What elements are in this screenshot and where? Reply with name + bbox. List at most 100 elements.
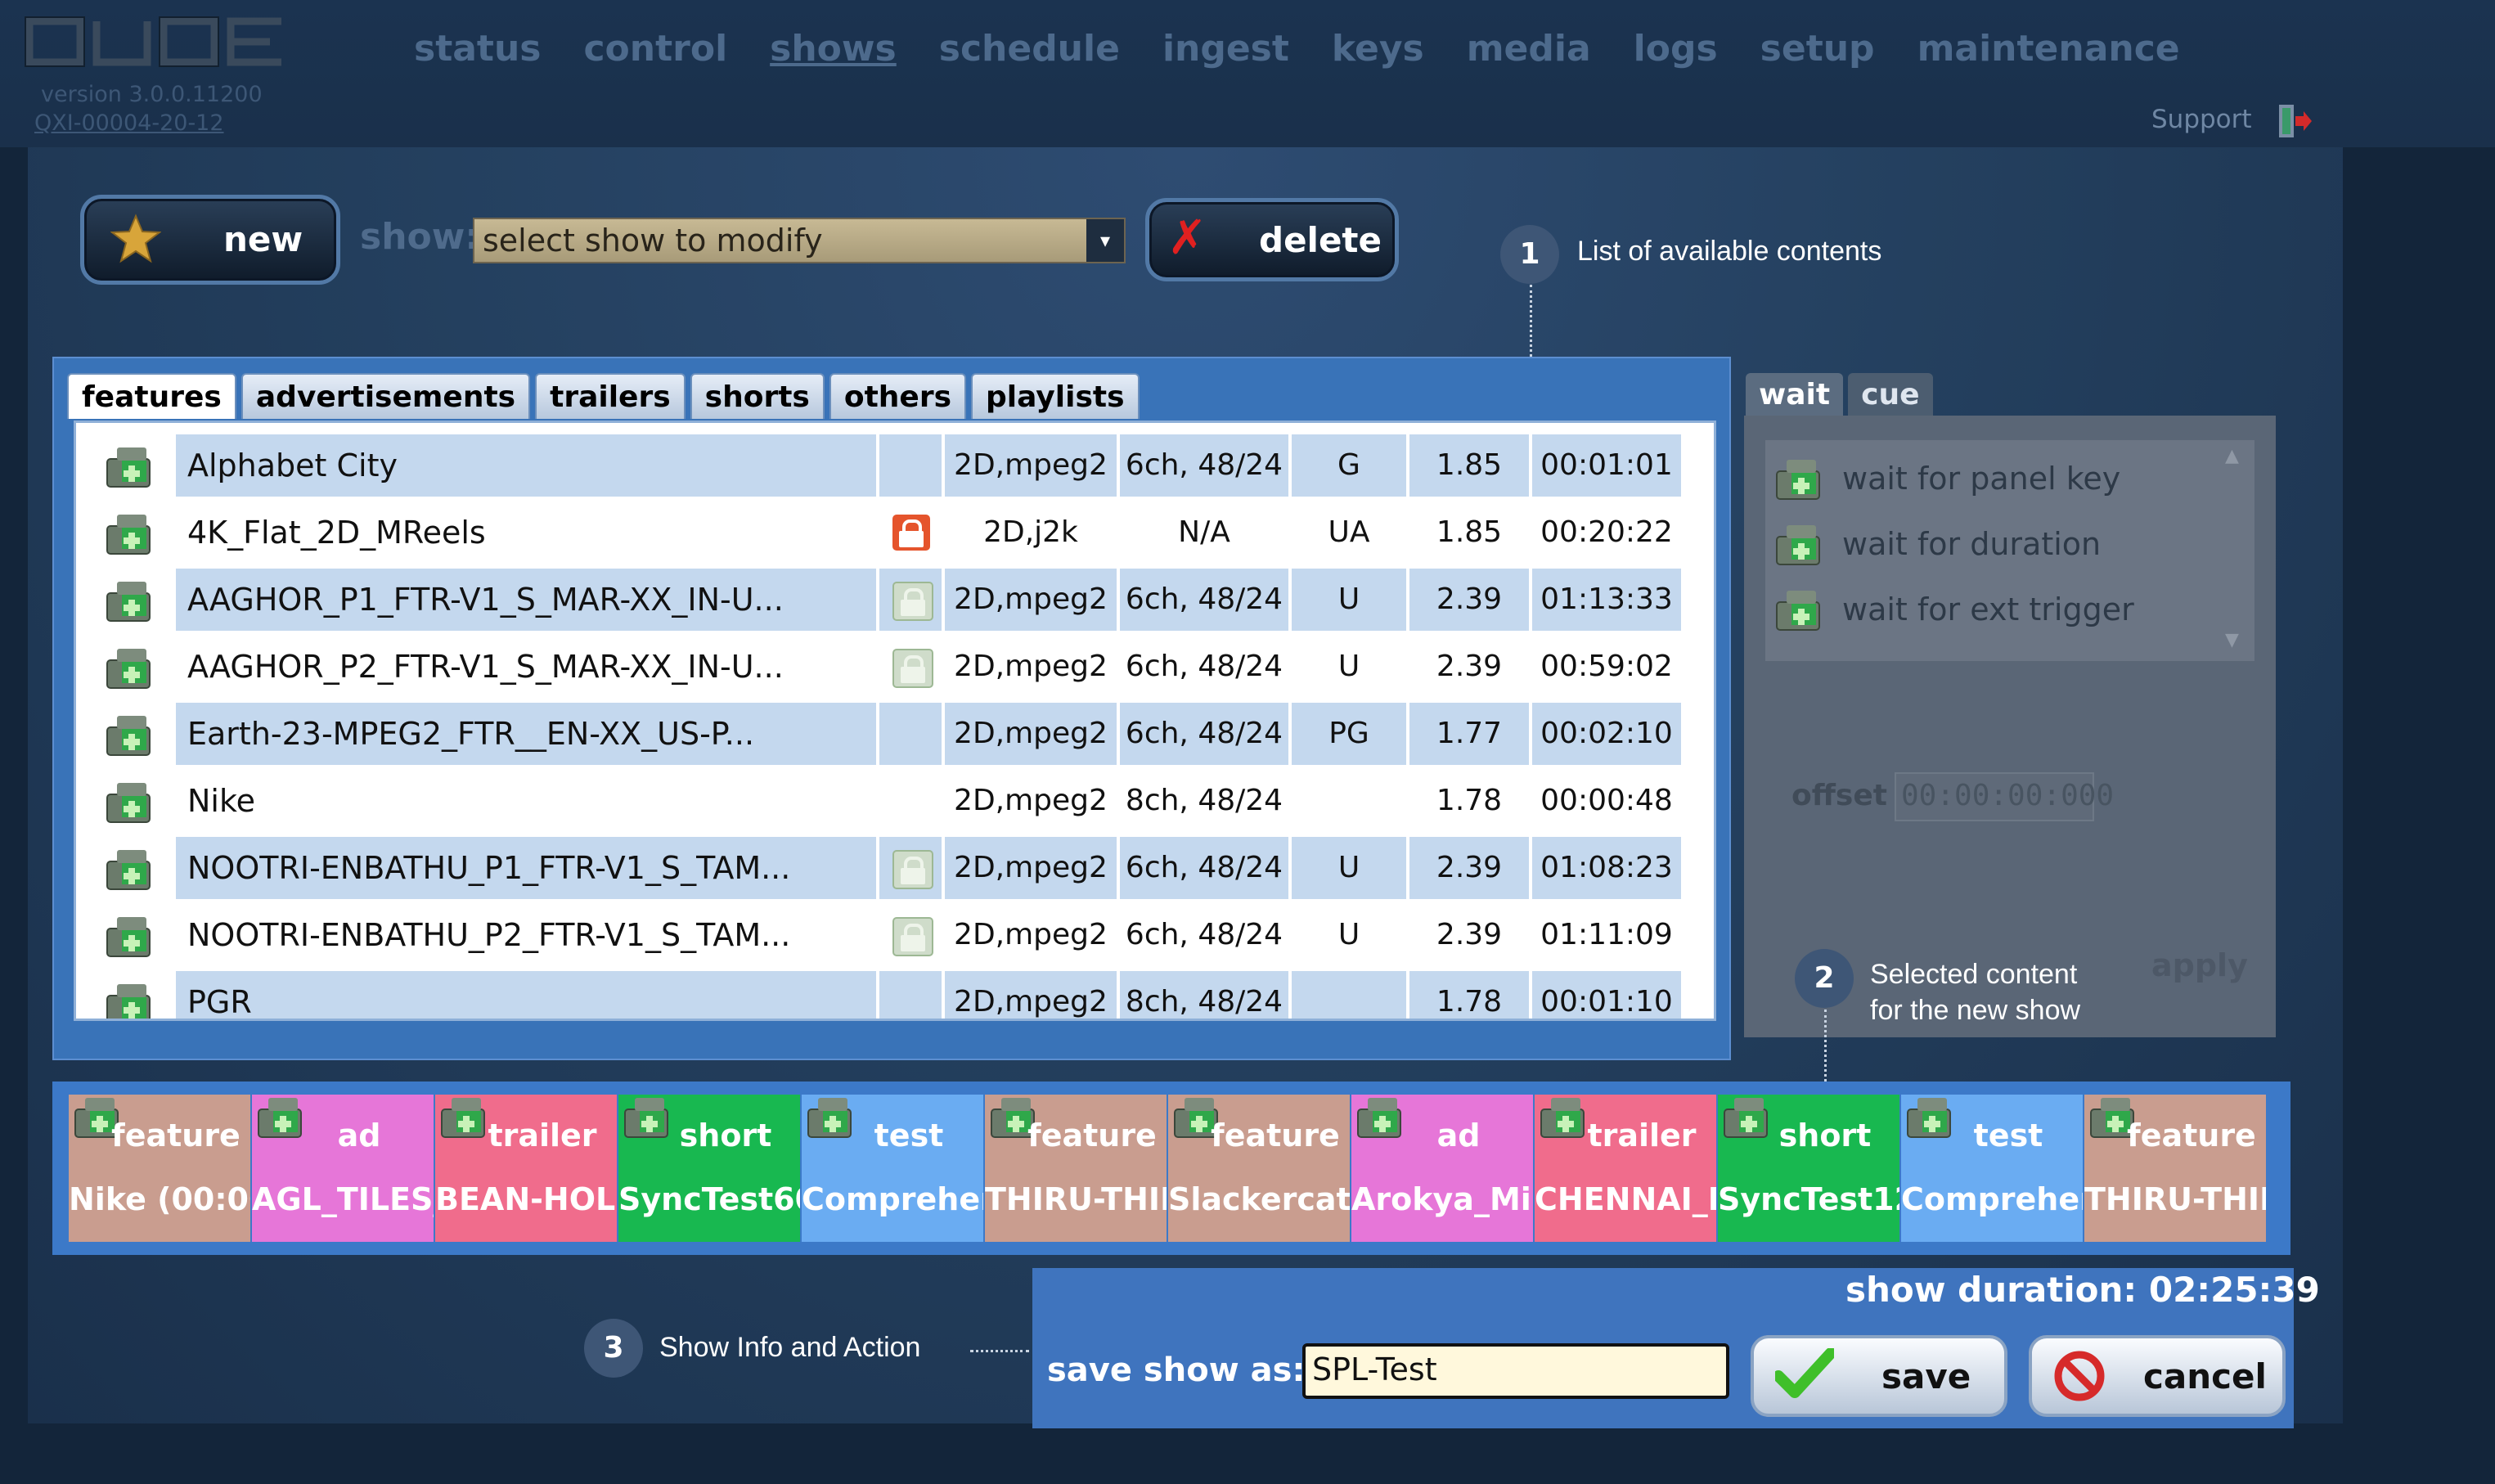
row-rating: U xyxy=(1292,569,1406,631)
show-label: show: xyxy=(360,216,479,258)
film-add-icon xyxy=(106,850,151,890)
tab-wait[interactable]: wait xyxy=(1746,373,1844,416)
apply-button[interactable]: apply xyxy=(2151,947,2248,983)
content-row[interactable]: Earth-23-MPEG2_FTR__EN-XX_US-P... 2D,mpeg… xyxy=(91,703,1681,765)
tab-cue[interactable]: cue xyxy=(1848,373,1933,416)
nav-maintenance[interactable]: maintenance xyxy=(1917,25,2180,74)
row-icon-cell[interactable] xyxy=(91,837,173,899)
unlock-icon xyxy=(892,649,933,688)
content-list: Alphabet City 2D,mpeg2 6ch, 48/24 G 1.85 00:0… xyxy=(74,420,1716,1021)
row-aspect-ratio: 1.85 xyxy=(1409,434,1529,497)
row-duration: 00:01:10 xyxy=(1532,971,1681,1019)
nav-keys[interactable]: keys xyxy=(1332,25,1424,74)
content-row[interactable]: AAGHOR_P2_FTR-V1_S_MAR-XX_IN-U... 2D,mpeg… xyxy=(91,636,1681,698)
selected-item[interactable]: short SyncTest120 xyxy=(1718,1095,1899,1242)
content-row[interactable]: Nike 2D,mpeg2 8ch, 48/24 1.78 00:00:48 xyxy=(91,770,1681,832)
nav-status[interactable]: status xyxy=(414,25,541,74)
row-icon-cell[interactable] xyxy=(91,636,173,698)
row-rating: U xyxy=(1337,918,1360,951)
row-duration: 00:00:48 xyxy=(1540,784,1673,817)
content-row[interactable]: AAGHOR_P1_FTR-V1_S_MAR-XX_IN-U... 2D,mpeg… xyxy=(91,569,1681,631)
scroll-down-icon[interactable]: ▼ xyxy=(2225,630,2239,650)
content-row[interactable]: 4K_Flat_2D_MReels 2D,j2k N/A UA 1.85 00:20:22 xyxy=(91,501,1681,564)
exit-icon[interactable] xyxy=(2276,103,2312,139)
row-icon-cell[interactable] xyxy=(91,434,173,497)
film-add-icon xyxy=(1776,525,1820,565)
selected-item[interactable]: ad Arokya_Milk xyxy=(1351,1095,1533,1242)
save-button-label: save xyxy=(1881,1356,1971,1396)
row-duration: 01:11:09 xyxy=(1540,918,1673,951)
x-icon: ✗ xyxy=(1167,209,1207,265)
row-format: 2D,mpeg2 xyxy=(945,703,1117,765)
content-row[interactable]: NOOTRI-ENBATHU_P1_FTR-V1_S_TAM... 2D,mpeg… xyxy=(91,837,1681,899)
wait-item-label: wait for duration xyxy=(1842,526,2102,562)
show-duration-label: show duration: xyxy=(1845,1270,2138,1310)
row-icon-cell[interactable] xyxy=(91,703,173,765)
film-add-icon xyxy=(1776,591,1820,631)
content-row[interactable]: Alphabet City 2D,mpeg2 6ch, 48/24 G 1.85 00:0… xyxy=(91,434,1681,497)
row-icon-cell[interactable] xyxy=(91,501,173,564)
row-icon-cell[interactable] xyxy=(91,971,173,1019)
cancel-button[interactable]: cancel xyxy=(2029,1335,2286,1417)
main-nav: status control shows schedule ingest key… xyxy=(414,25,2223,74)
tab-advertisements[interactable]: advertisements xyxy=(241,373,531,419)
chevron-down-icon[interactable]: ▾ xyxy=(1086,219,1124,262)
nav-ingest[interactable]: ingest xyxy=(1162,25,1289,74)
offset-input[interactable]: 00:00:00:000 xyxy=(1895,772,2114,821)
content-row[interactable]: NOOTRI-ENBATHU_P2_FTR-V1_S_TAM... 2D,mpeg… xyxy=(91,904,1681,966)
selected-item[interactable]: ad AGL_TILES_ xyxy=(252,1095,434,1242)
nav-schedule[interactable]: schedule xyxy=(939,25,1120,74)
callout-3-number: 3 xyxy=(584,1319,643,1378)
film-add-icon xyxy=(106,582,151,622)
film-add-icon xyxy=(106,447,151,488)
selected-item[interactable]: feature Slackercats xyxy=(1168,1095,1350,1242)
selected-item[interactable]: test Comprehen: xyxy=(802,1095,983,1242)
callout-1-number: 1 xyxy=(1500,225,1559,284)
selected-item-name: SyncTest120 xyxy=(1718,1181,1899,1217)
tab-features[interactable]: features xyxy=(67,373,236,419)
support-link[interactable]: Support xyxy=(2151,105,2252,134)
row-icon-cell[interactable] xyxy=(91,569,173,631)
tab-trailers[interactable]: trailers xyxy=(535,373,686,419)
show-duration: show duration: 02:25:39 xyxy=(1845,1270,2320,1310)
content-row[interactable]: PGR 2D,mpeg2 8ch, 48/24 1.78 00:01:10 xyxy=(91,971,1681,1019)
selected-item[interactable]: feature THIRU-THIR xyxy=(2084,1095,2266,1242)
delete-show-button[interactable]: ✗ delete xyxy=(1145,198,1399,281)
callout-1-text: List of available contents xyxy=(1577,236,1882,267)
selected-item[interactable]: feature Nike (00:00 xyxy=(69,1095,250,1242)
nav-shows[interactable]: shows xyxy=(770,25,897,74)
save-as-input[interactable]: SPL-Test xyxy=(1302,1343,1729,1399)
row-icon-cell[interactable] xyxy=(91,904,173,966)
nav-media[interactable]: media xyxy=(1467,25,1591,74)
selected-item[interactable]: trailer CHENNAI_E xyxy=(1535,1095,1716,1242)
nav-logs[interactable]: logs xyxy=(1634,25,1718,74)
show-select[interactable]: select show to modify ▾ xyxy=(473,218,1126,263)
serial-link[interactable]: QXI-00004-20-12 xyxy=(34,110,224,136)
selected-item-name: CHENNAI_E xyxy=(1535,1181,1716,1217)
selected-item-name: SyncTest60 xyxy=(618,1181,800,1217)
selected-item[interactable]: test Comprehen: xyxy=(1901,1095,2083,1242)
selected-item-name: Comprehen: xyxy=(802,1181,983,1217)
nav-control[interactable]: control xyxy=(583,25,727,74)
row-name: Earth-23-MPEG2_FTR__EN-XX_US-P... xyxy=(176,703,876,765)
row-icon-cell[interactable] xyxy=(91,770,173,832)
selected-item-type: ad xyxy=(1436,1117,1481,1153)
selected-item-type: test xyxy=(1973,1117,2043,1153)
row-format: 2D,mpeg2 xyxy=(954,784,1108,817)
tab-others[interactable]: others xyxy=(829,373,967,419)
row-format: 2D,j2k xyxy=(983,515,1078,549)
nav-setup[interactable]: setup xyxy=(1760,25,1875,74)
row-lock-cell xyxy=(879,703,942,765)
save-button[interactable]: save xyxy=(1751,1335,2007,1417)
film-add-icon xyxy=(106,984,151,1019)
row-audio: 6ch, 48/24 xyxy=(1120,569,1288,631)
wait-list: wait for panel key wait for duration wait … xyxy=(1765,440,2254,661)
row-duration: 01:13:33 xyxy=(1532,569,1681,631)
new-show-button[interactable]: new xyxy=(80,195,340,285)
selected-item[interactable]: short SyncTest60 xyxy=(618,1095,800,1242)
tab-shorts[interactable]: shorts xyxy=(690,373,825,419)
selected-item[interactable]: feature THIRU-THIR xyxy=(985,1095,1167,1242)
tab-playlists[interactable]: playlists xyxy=(971,373,1140,419)
selected-item[interactable]: trailer BEAN-HOLID xyxy=(435,1095,617,1242)
scroll-up-icon[interactable]: ▲ xyxy=(2225,446,2239,466)
